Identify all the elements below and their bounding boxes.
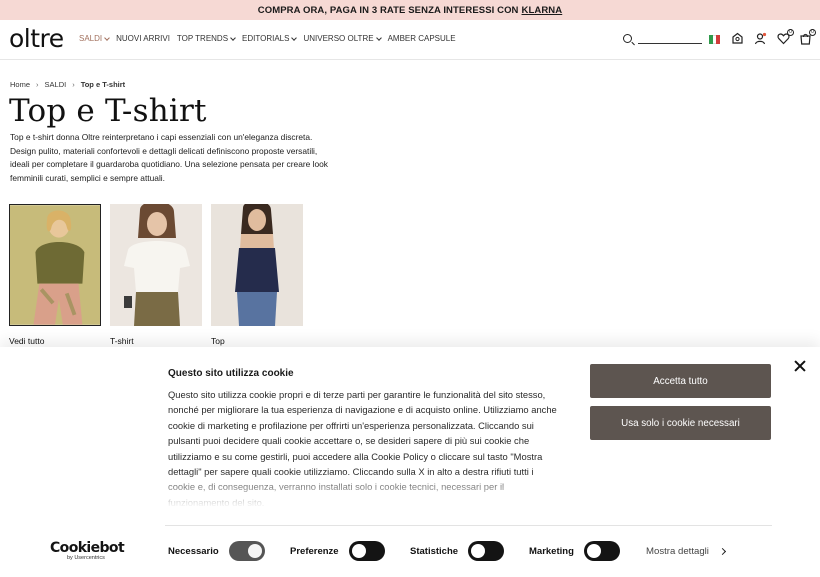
nav-item-saldi[interactable]: SALDI <box>79 34 110 43</box>
nav-item-nuovi-arrivi[interactable]: NUOVI ARRIVI <box>116 34 170 43</box>
nav-item-label: EDITORIALS <box>242 34 290 43</box>
toggle-preferenze[interactable]: Preferenze <box>290 541 385 561</box>
product-image-t-shirt <box>110 201 202 326</box>
toggle-necessario[interactable]: Necessario <box>168 541 265 561</box>
chevron-right-icon <box>718 547 726 556</box>
breadcrumb-saldi[interactable]: SALDI <box>45 80 67 89</box>
promo-banner: COMPRA ORA, PAGA IN 3 RATE SENZA INTERES… <box>0 0 820 20</box>
show-details-label: Mostra dettagli <box>646 546 709 557</box>
toggle-label: Marketing <box>529 545 574 557</box>
divider <box>165 525 772 526</box>
accept-all-button[interactable]: Accetta tutto <box>590 364 771 398</box>
cart-button[interactable]: 0 <box>799 29 816 45</box>
chevron-down-icon <box>230 34 236 41</box>
product-image-top <box>211 200 303 326</box>
subcategory-label: T-shirt <box>110 336 134 346</box>
category-description: Top e t-shirt donna Oltre reinterpretano… <box>10 132 328 183</box>
subcategory-list: Vedi tutto T-shirt Top <box>9 200 303 346</box>
subcategory-card-top[interactable]: Top <box>211 200 303 346</box>
chevron-right-icon: › <box>72 80 75 89</box>
nav-item-amber-capsule[interactable]: AMBER CAPSULE <box>388 34 456 43</box>
toggle-label: Necessario <box>168 545 219 557</box>
cookiebot-brand: Cookiebot <box>50 540 125 556</box>
nav-item-label: SALDI <box>79 34 103 43</box>
toggle-statistiche[interactable]: Statistiche <box>410 541 505 561</box>
wishlist-button[interactable]: 0 <box>777 29 794 45</box>
toggle-marketing[interactable]: Marketing <box>529 541 620 561</box>
breadcrumb-current: Top e T-shirt <box>80 80 126 89</box>
breadcrumb: Home › SALDI › Top e T-shirt <box>10 80 125 89</box>
page-title: Top e T-shirt <box>9 93 207 129</box>
nav-item-label: AMBER CAPSULE <box>387 34 456 43</box>
product-image-vedi-tutto <box>9 204 101 326</box>
cookie-body-fade <box>160 472 570 512</box>
toggle-label: Preferenze <box>290 545 339 557</box>
site-header: oltre SALDI NUOVI ARRIVI TOP TRENDS EDIT… <box>0 20 820 60</box>
search-input[interactable] <box>638 43 702 44</box>
nav-item-top-trends[interactable]: TOP TRENDS <box>176 34 236 43</box>
italy-flag-icon[interactable] <box>709 35 721 44</box>
cookie-consent-banner: Questo sito utilizza cookie Questo sito … <box>0 347 820 577</box>
nav-item-label: TOP TRENDS <box>176 34 229 43</box>
subcategory-card-t-shirt[interactable]: T-shirt <box>110 201 202 346</box>
account-icon[interactable] <box>754 32 767 45</box>
promo-text: COMPRA ORA, PAGA IN 3 RATE SENZA INTERES… <box>257 4 519 16</box>
cart-count-badge: 0 <box>809 29 816 36</box>
toggle-switch[interactable] <box>348 541 385 561</box>
cookie-title: Questo sito utilizza cookie <box>168 368 294 379</box>
necessary-only-button[interactable]: Usa solo i cookie necessari <box>590 406 771 440</box>
subcategory-label: Vedi tutto <box>9 336 45 346</box>
chevron-down-icon <box>104 34 110 41</box>
klarna-link[interactable]: KLARNA <box>522 5 563 16</box>
nav-item-label: UNIVERSO OLTRE <box>303 34 374 43</box>
subcategory-card-vedi-tutto[interactable]: Vedi tutto <box>9 204 101 346</box>
chevron-right-icon: › <box>36 80 39 89</box>
close-icon[interactable] <box>794 360 806 372</box>
main-nav: SALDI NUOVI ARRIVI TOP TRENDS EDITORIALS… <box>79 34 463 43</box>
toggle-switch[interactable] <box>468 541 505 561</box>
search-icon[interactable] <box>623 34 632 43</box>
toggle-label: Statistiche <box>410 545 459 557</box>
toggle-switch[interactable] <box>583 541 620 561</box>
nav-item-editorials[interactable]: EDITORIALS <box>242 34 298 43</box>
store-locator-icon[interactable] <box>731 32 744 45</box>
cookiebot-logo[interactable]: Cookiebot by Usercentrics <box>50 540 125 561</box>
show-details-link[interactable]: Mostra dettagli <box>646 546 726 557</box>
chevron-down-icon <box>291 34 298 41</box>
toggle-switch[interactable] <box>228 541 265 561</box>
nav-item-label: NUOVI ARRIVI <box>116 34 170 43</box>
nav-item-universo-oltre[interactable]: UNIVERSO OLTRE <box>303 34 382 43</box>
chevron-down-icon <box>375 34 382 41</box>
logo[interactable]: oltre <box>9 26 64 52</box>
wishlist-count-badge: 0 <box>787 29 794 36</box>
subcategory-label: Top <box>211 336 225 346</box>
breadcrumb-home[interactable]: Home <box>10 80 30 89</box>
search-field[interactable] <box>623 33 702 44</box>
